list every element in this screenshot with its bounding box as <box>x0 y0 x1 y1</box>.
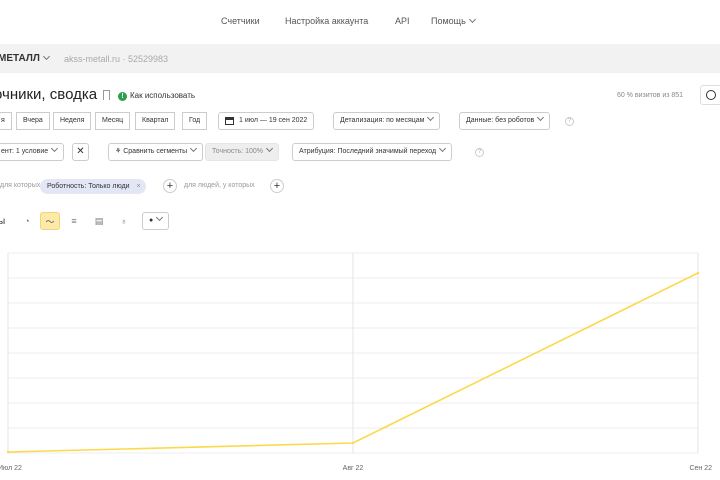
segment-dropdown[interactable]: ент: 1 условие <box>0 143 65 161</box>
detail-dropdown[interactable]: Детализация: по месяцам <box>333 112 441 130</box>
segments-icon: ⚘ <box>115 148 122 155</box>
chevron-down-icon <box>427 113 435 122</box>
period-month[interactable]: Месяц <box>95 112 131 130</box>
counter-selector[interactable]: МЕТАЛЛ <box>0 52 50 64</box>
top-nav: Счетчики Настройка аккаунта API Помощь <box>0 12 720 32</box>
compare-segments-button[interactable]: ⚘ Сравнить сегменты <box>108 143 204 161</box>
filter-prefix: для которых <box>0 182 41 189</box>
filter-people-text: для людей, у которых <box>184 182 255 189</box>
history-button[interactable] <box>700 85 720 105</box>
x-tick-label: Авг 22 <box>343 465 364 472</box>
data-point[interactable] <box>6 450 10 454</box>
period-today[interactable]: я <box>0 112 12 130</box>
chevron-down-icon <box>156 213 164 222</box>
filter-chip[interactable]: Роботность: Только люди × <box>40 179 146 194</box>
period-yesterday[interactable]: Вчера <box>16 112 50 130</box>
bookmark-icon[interactable] <box>103 90 110 100</box>
filter-chip-label: Роботность: Только люди <box>47 183 130 190</box>
nav-help-label: Помощь <box>431 16 466 26</box>
chart-grid <box>7 252 699 454</box>
map-icon[interactable]: ♁ <box>114 212 134 230</box>
counter-bar: МЕТАЛЛ akss-metall.ru · 52529983 <box>0 44 720 73</box>
bar-chart-icon[interactable]: ▤ <box>89 212 109 230</box>
page-title: очники, сводка <box>0 86 98 103</box>
date-range-button[interactable]: 1 июл — 19 сен 2022 <box>218 112 315 130</box>
close-icon: ✕ <box>76 146 85 157</box>
clock-icon <box>706 90 716 100</box>
nav-account-settings[interactable]: Настройка аккаунта <box>285 16 368 26</box>
comment-icon: ● <box>149 217 154 224</box>
close-icon[interactable]: × <box>136 179 140 194</box>
nav-api[interactable]: API <box>395 16 410 26</box>
counter-name: МЕТАЛЛ <box>0 53 40 64</box>
data-point[interactable] <box>696 271 700 275</box>
accuracy-dropdown[interactable]: Точность: 100% <box>205 143 280 161</box>
chart-x-labels: Июл 22 Авг 22 Сен 22 <box>0 465 712 472</box>
chevron-down-icon <box>265 144 274 153</box>
chart-section-label: ы <box>0 216 6 227</box>
chevron-down-icon <box>468 15 476 24</box>
chevron-down-icon <box>190 144 198 153</box>
period-week[interactable]: Неделя <box>53 112 92 130</box>
x-tick-label: Июл 22 <box>0 465 22 472</box>
annotations-dropdown[interactable]: ● <box>142 212 170 230</box>
nav-help[interactable]: Помощь <box>431 15 476 26</box>
attribution-dropdown[interactable]: Атрибуция: Последний значимый переход <box>292 143 453 161</box>
clear-segment-button[interactable]: ✕ <box>72 143 89 161</box>
how-to-link[interactable]: ! Как использовать <box>118 91 195 101</box>
date-range-label: 1 июл — 19 сен 2022 <box>239 117 308 124</box>
chevron-down-icon <box>537 113 545 122</box>
calendar-icon <box>225 117 234 125</box>
line-chart-icon[interactable]: 〜 <box>40 212 60 230</box>
pie-chart-icon[interactable]: ◔ <box>17 212 37 230</box>
stacked-chart-icon[interactable]: ≡ <box>64 212 84 230</box>
line-chart: Июл 22 Авг 22 Сен 22 <box>0 252 712 472</box>
visits-note: 60 % визитов из 851 <box>617 92 684 99</box>
period-quarter[interactable]: Квартал <box>135 112 176 130</box>
how-to-label: Как использовать <box>130 91 196 100</box>
nav-counters[interactable]: Счетчики <box>221 16 260 26</box>
help-icon[interactable]: ? <box>475 148 484 157</box>
counter-site: akss-metall.ru · 52529983 <box>64 54 169 64</box>
chevron-down-icon <box>439 144 447 153</box>
chevron-down-icon <box>51 144 59 153</box>
segment-label: ент: 1 условие <box>1 148 49 155</box>
help-icon[interactable]: ? <box>565 117 574 126</box>
period-year[interactable]: Год <box>182 112 208 130</box>
info-icon: ! <box>118 92 127 101</box>
accuracy-label: Точность: 100% <box>212 148 264 155</box>
attribution-label: Атрибуция: Последний значимый переход <box>299 148 437 155</box>
detail-label: Детализация: по месяцам <box>340 117 425 124</box>
compare-label: Сравнить сегменты <box>123 148 188 155</box>
x-tick-label: Сен 22 <box>689 465 712 472</box>
data-dropdown[interactable]: Данные: без роботов <box>459 112 551 130</box>
data-label: Данные: без роботов <box>466 117 535 124</box>
add-people-filter-button[interactable]: + <box>270 179 284 193</box>
data-point[interactable] <box>351 441 355 445</box>
add-filter-button[interactable]: + <box>163 179 177 193</box>
chevron-down-icon <box>42 52 50 61</box>
